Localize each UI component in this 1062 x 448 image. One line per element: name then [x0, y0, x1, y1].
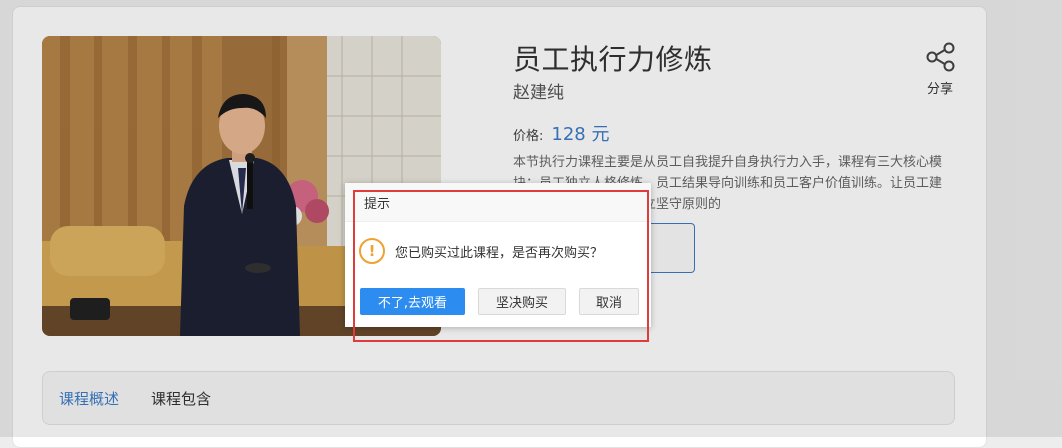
confirm-dialog: 提示 ! 您已购买过此课程，是否再次购买？ 不了,去观看 坚决购买 取消 [345, 183, 651, 327]
dialog-message: 您已购买过此课程，是否再次购买？ [395, 245, 604, 261]
dialog-message-row: ! 您已购买过此课程，是否再次购买？ [359, 238, 603, 264]
dialog-buttons: 不了,去观看 坚决购买 取消 [360, 288, 639, 315]
buy-again-button[interactable]: 坚决购买 [478, 288, 566, 315]
watch-button[interactable]: 不了,去观看 [360, 288, 465, 315]
warning-icon: ! [359, 238, 385, 264]
dialog-header: 提示 [345, 183, 651, 222]
dialog-title: 提示 [364, 196, 391, 212]
cancel-button[interactable]: 取消 [579, 288, 639, 315]
